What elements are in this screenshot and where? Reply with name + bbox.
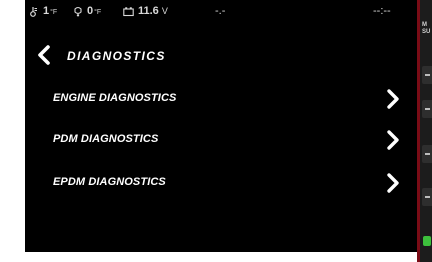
- dash-icon: [425, 196, 430, 198]
- status-indicator-icon: [423, 236, 431, 246]
- temp2-readout: 0 °F: [73, 5, 101, 17]
- temp2-value: 0: [87, 5, 94, 17]
- clock-value: --:--: [373, 5, 391, 17]
- engine-temp-icon: [29, 6, 39, 17]
- dash-icon: [425, 153, 430, 155]
- battery-unit: V: [161, 6, 168, 16]
- side-panel-edge: [417, 0, 420, 262]
- side-panel-label-line2: SU: [422, 29, 431, 35]
- side-panel-button[interactable]: [422, 100, 432, 118]
- menu-item-label: PDM DIAGNOSTICS: [53, 133, 159, 145]
- battery-readout: 11.6 V: [123, 5, 168, 17]
- side-panel-button[interactable]: [422, 145, 432, 163]
- side-panel-label-line1: M: [422, 22, 427, 28]
- temp1-readout: 1 °F: [29, 5, 57, 17]
- chevron-right-icon: [387, 130, 399, 150]
- diagnostics-screen: 1 °F 0 °F 11.6 V -.- --:-- DIAGNOSTICS E…: [25, 0, 417, 252]
- menu-item-label: ENGINE DIAGNOSTICS: [53, 92, 177, 104]
- menu-item-pdm-diagnostics[interactable]: PDM DIAGNOSTICS: [25, 120, 417, 160]
- oil-temp-icon: [73, 6, 83, 17]
- menu-item-label: EPDM DIAGNOSTICS: [53, 176, 166, 188]
- header: DIAGNOSTICS: [25, 40, 417, 70]
- menu-item-epdm-diagnostics[interactable]: EPDM DIAGNOSTICS: [25, 163, 417, 203]
- temp1-value: 1: [43, 5, 50, 17]
- clock: --:--: [373, 5, 391, 17]
- side-panel-label: M SU: [422, 22, 430, 36]
- status-field: -.-: [215, 5, 225, 17]
- battery-value: 11.6: [138, 5, 159, 17]
- temp1-unit: °F: [50, 8, 58, 16]
- page-title: DIAGNOSTICS: [67, 49, 166, 63]
- chevron-right-icon: [387, 89, 399, 109]
- dash-icon: [425, 74, 430, 76]
- side-panel: M SU: [417, 0, 432, 262]
- side-panel-button[interactable]: [422, 66, 432, 84]
- menu-item-engine-diagnostics[interactable]: ENGINE DIAGNOSTICS: [25, 79, 417, 119]
- dash-icon: [425, 108, 430, 110]
- status-bar: 1 °F 0 °F 11.6 V -.- --:--: [25, 0, 417, 24]
- back-button[interactable]: [33, 42, 55, 68]
- status-field-value: -.-: [215, 5, 226, 17]
- side-panel-button[interactable]: [422, 188, 432, 206]
- chevron-left-icon: [38, 45, 50, 65]
- temp2-unit: °F: [94, 8, 102, 16]
- battery-icon: [123, 6, 134, 17]
- chevron-right-icon: [387, 173, 399, 193]
